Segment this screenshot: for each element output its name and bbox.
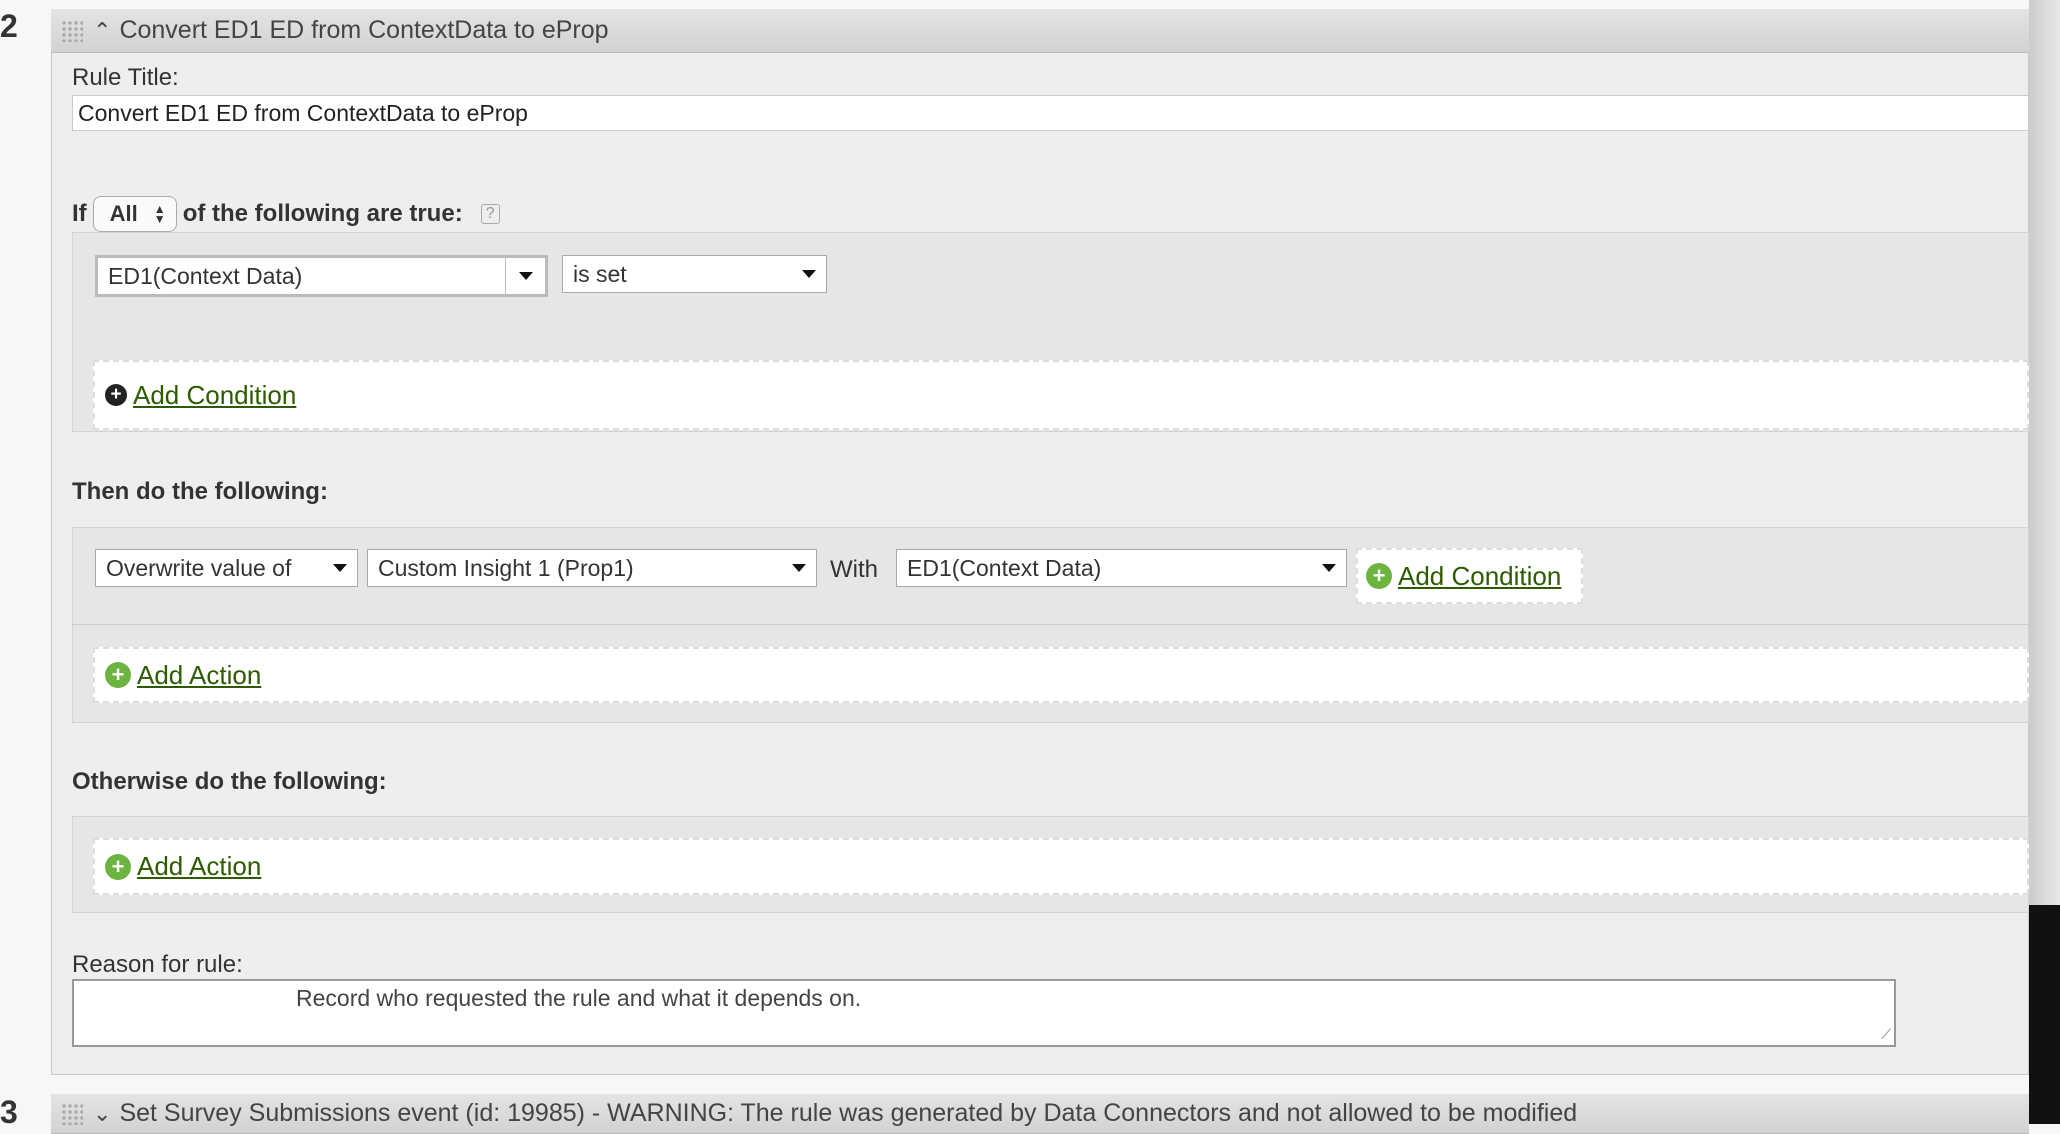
then-label: Then do the following: [72,478,328,505]
add-condition-area: + Add Condition [93,360,2029,430]
action-type-select[interactable]: Overwrite value of [95,549,358,587]
add-action-link[interactable]: Add Action [137,660,261,691]
rule-number: 2 [0,8,18,44]
condition-operator-select[interactable]: is set [562,255,827,293]
rule-title-label: Rule Title: [72,64,179,91]
rule-header[interactable]: ⌃ Convert ED1 ED from ContextData to ePr… [51,9,2029,53]
match-select-value: All [109,201,138,226]
action-add-condition-area: + Add Condition [1356,548,1583,604]
rule-title-input[interactable]: Convert ED1 ED from ContextData to eProp [72,95,2029,131]
otherwise-add-action-link[interactable]: Add Action [137,851,261,882]
rule-number: 3 [0,1094,18,1130]
chevron-up-icon[interactable]: ⌃ [93,18,111,44]
action-add-condition-link[interactable]: Add Condition [1398,561,1561,592]
background-dark [2029,905,2060,1124]
dropdown-arrow-icon [1322,564,1336,572]
otherwise-label: Otherwise do the following: [72,768,387,795]
dropdown-arrow-icon [518,272,533,280]
rule-header[interactable]: ⌄ Set Survey Submissions event (id: 1998… [51,1094,2029,1134]
condition-operator-value: is set [573,260,627,287]
plus-circle-icon: + [105,662,131,688]
reason-textarea[interactable]: Record who requested the rule and what i… [72,979,1896,1047]
resize-handle-icon[interactable]: ⟋ [1881,1026,1891,1043]
if-label: If [72,200,87,227]
drag-handle-icon[interactable] [61,1102,83,1125]
chevron-down-icon[interactable]: ⌄ [93,1101,111,1127]
drag-handle-icon[interactable] [61,19,83,42]
condition-field-select[interactable]: ED1(Context Data) [95,255,548,297]
rule-header-title: Convert ED1 ED from ContextData to eProp [119,16,609,44]
action-type-value: Overwrite value of [106,554,292,581]
add-condition-link[interactable]: Add Condition [133,380,296,411]
help-icon[interactable]: ? [480,204,500,224]
action-source-value: ED1(Context Data) [907,554,1102,581]
condition-field-value: ED1(Context Data) [108,262,303,289]
plus-circle-icon: + [105,384,127,406]
add-action-area: + Add Action [93,647,2029,703]
dropdown-arrow-icon [792,564,806,572]
reason-placeholder: Record who requested the rule and what i… [296,985,862,1011]
dropdown-arrow-icon [333,564,347,572]
otherwise-add-action-area: + Add Action [93,838,2029,895]
match-select[interactable]: All ▲ ▼ [92,196,177,232]
plus-circle-icon: + [1366,563,1392,589]
stepper-icon: ▲ ▼ [153,202,166,226]
dropdown-arrow-icon [802,270,816,278]
plus-circle-icon: + [105,853,131,880]
action-source-select[interactable]: ED1(Context Data) [896,549,1347,587]
with-label: With [830,556,878,583]
action-target-value: Custom Insight 1 (Prop1) [378,554,634,581]
if-suffix: of the following are true: [182,200,463,227]
action-target-select[interactable]: Custom Insight 1 (Prop1) [367,549,817,587]
reason-label: Reason for rule: [72,951,243,978]
